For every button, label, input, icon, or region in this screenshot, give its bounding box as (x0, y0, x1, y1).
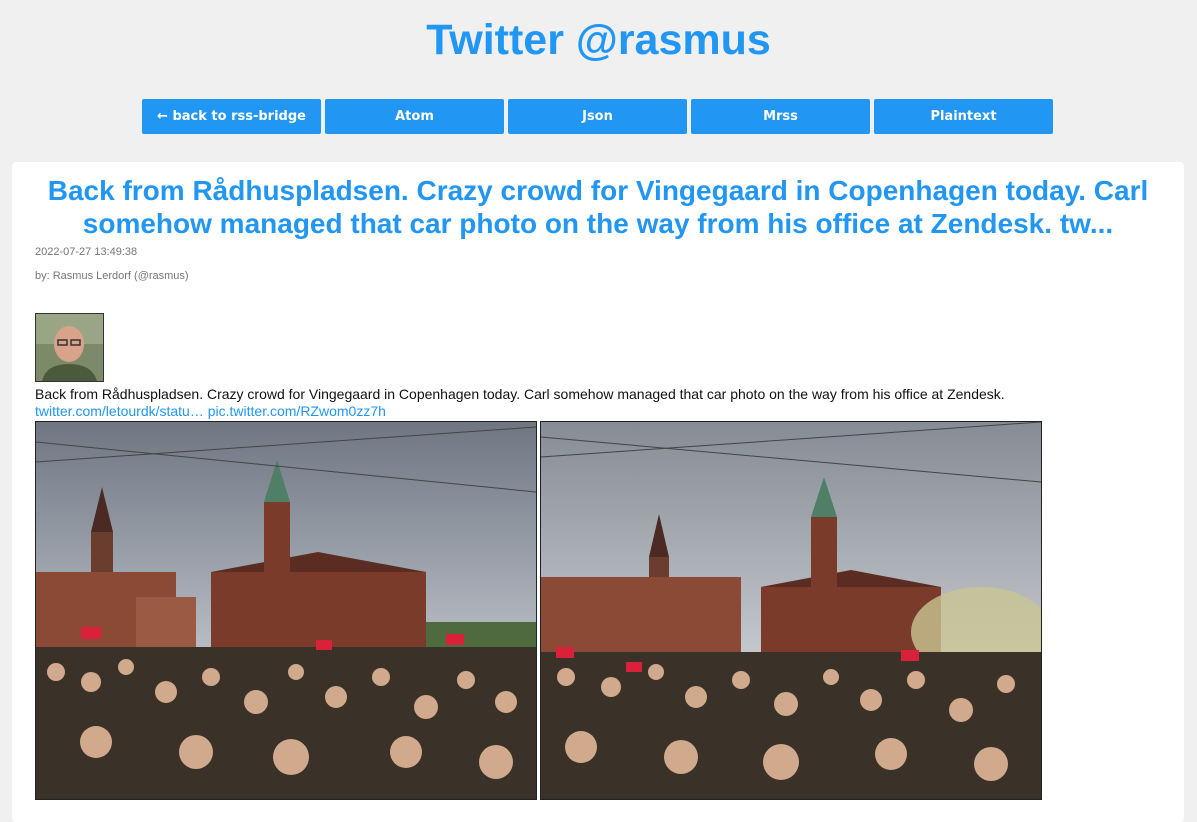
tweet-photo-1[interactable] (35, 421, 537, 800)
back-to-rss-bridge-button[interactable]: ← back to rss-bridge (142, 99, 321, 134)
avatar[interactable] (35, 313, 104, 382)
tweet-photo-2[interactable] (540, 421, 1042, 800)
post-author: by: Rasmus Lerdorf (@rasmus) (35, 270, 189, 282)
feed-item: Back from Rådhuspladsen. Crazy crowd for… (12, 162, 1184, 822)
page-title: Twitter @rasmus (426, 16, 771, 64)
atom-button[interactable]: Atom (325, 99, 504, 134)
json-button[interactable]: Json (508, 99, 687, 134)
tweet-link[interactable]: twitter.com/letourdk/statu… (35, 403, 204, 419)
post-timestamp: 2022-07-27 13:49:38 (35, 246, 138, 258)
mrss-button[interactable]: Mrss (691, 99, 870, 134)
post-body: Back from Rådhuspladsen. Crazy crowd for… (35, 386, 1165, 420)
format-nav: ← back to rss-bridge Atom Json Mrss Plai… (142, 99, 1053, 134)
avatar-image (36, 314, 103, 381)
pic-link[interactable]: pic.twitter.com/RZwom0zz7h (208, 403, 386, 419)
plaintext-button[interactable]: Plaintext (874, 99, 1053, 134)
post-title[interactable]: Back from Rådhuspladsen. Crazy crowd for… (12, 162, 1184, 240)
post-body-text: Back from Rådhuspladsen. Crazy crowd for… (35, 386, 1005, 402)
